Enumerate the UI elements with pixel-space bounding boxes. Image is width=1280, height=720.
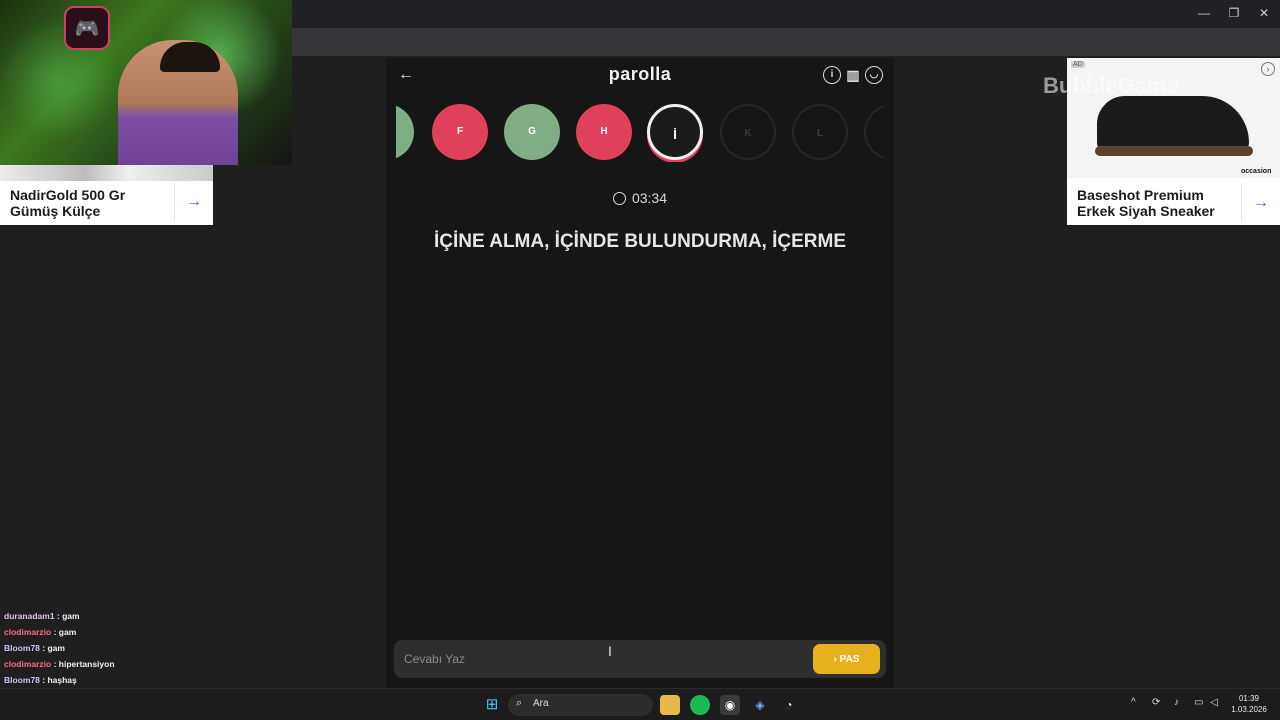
user-profile-icon[interactable]: ◡ [865,66,883,84]
game-header: ← parolla i ▥ ◡ [386,58,894,92]
clock-icon [612,192,626,205]
webcam-overlay: 🎮 [0,0,292,165]
search-icon: ⌕ [516,697,523,709]
ad-product-strip [0,165,213,181]
chat-separator: : [51,627,59,637]
windows-start-icon[interactable]: ⊞ [482,695,502,715]
ad-title[interactable]: NadirGold 500 Gr Gümüş Külçe [10,187,170,219]
minimize-button[interactable]: — [1194,4,1214,22]
game-panel: ← parolla i ▥ ◡ FGHİKL 03:34 İÇİNE ALMA,… [386,58,894,688]
answer-input[interactable] [404,649,804,669]
chat-separator: : [54,611,63,621]
ad-divider [1241,183,1242,221]
chat-text: gam [62,611,80,621]
chat-message: Bloom78 : gam [4,640,234,656]
overlay-logo: BubbleGame [1043,73,1193,103]
chat-message: clodimarzio : hipertansiyon [4,656,234,672]
game-title: parolla [608,64,672,84]
chat-username: Bloom78 [4,675,40,685]
letter-circle: H [576,104,632,160]
ad-title[interactable]: Baseshot Premium Erkek Siyah Sneaker [1077,187,1237,219]
chat-username: clodimarzio [4,659,52,669]
pass-button[interactable]: › PAS [813,644,880,674]
close-window-button[interactable]: ✕ [1254,4,1274,22]
system-clock[interactable]: 01:39 1.03.2026 [1224,693,1274,715]
letter-circle: İ [647,104,703,160]
chat-message: Bloom78 : haşhaş [4,672,234,688]
text-cursor-icon: I [608,643,612,659]
chat-username: duranadam1 [4,611,55,621]
chat-message: clodimarzio : gam [4,624,234,640]
question-text: İÇİNE ALMA, İÇİNDE BULUNDURMA, İÇERME [433,231,846,252]
answer-bar: › PAS [394,640,886,678]
timer-value: 03:34 [631,190,668,206]
ad-divider [174,183,175,221]
sneaker-sole [1095,146,1253,156]
network-icon[interactable]: ▭ [1194,697,1203,708]
letter-circle [864,104,884,160]
taskbar-search-text: Ara [533,698,549,709]
letter-carousel: FGHİKL [396,102,884,162]
chrome-icon[interactable]: ◉ [720,695,740,715]
info-icon[interactable]: i [823,66,841,84]
timer: 03:34 [386,190,894,206]
spotify-icon[interactable] [690,695,710,715]
app-gauge-icon[interactable]: ◔ [779,695,799,715]
microphone-icon[interactable]: ♪ [1174,697,1179,708]
screen: — ❐ ✕ ☆ B ⋮ 🎮 NadirGold 500 Gr Gümüş Kül… [0,0,1280,720]
arrow-right-icon[interactable]: → [1251,193,1271,213]
letter-circle: F [432,104,488,160]
arrow-right-icon[interactable]: → [184,192,204,212]
overlay-logo-text: BubbleGame [1043,73,1179,98]
letter-circle: G [504,104,560,160]
file-explorer-icon[interactable] [660,695,680,715]
stats-chart-icon[interactable]: ▥ [844,66,862,84]
clock-date: 1.03.2026 [1231,705,1267,714]
ad-close-icon[interactable]: › [1261,62,1275,76]
speaker-icon[interactable]: ◁ [1210,697,1218,708]
brand-tag: occasion [1241,168,1272,175]
chat-username: clodimarzio [4,627,52,637]
letter-circle: K [720,104,776,160]
chat-separator: : [51,659,59,669]
chat-text: gam [47,643,65,653]
ad-badge: AD [1071,61,1085,68]
chat-username: Bloom78 [4,643,40,653]
taskbar: ⊞ ⌕ Ara ◉ ◈ ◔ ^ ⟳ ♪ ▭ ◁ 01:39 1.03.2026 [0,688,1280,720]
restore-button[interactable]: ❐ [1224,4,1244,22]
ad-banner-left[interactable]: NadirGold 500 Gr Gümüş Külçe → [0,165,213,225]
chat-text: gam [58,627,77,637]
letter-circle [396,104,414,160]
sync-icon[interactable]: ⟳ [1152,697,1160,708]
app-diamond-icon[interactable]: ◈ [750,695,770,715]
chat-text: hipertansiyon [58,659,115,669]
clock-time: 01:39 [1238,694,1260,703]
chat-text: haşhaş [47,675,77,685]
chevron-up-icon[interactable]: ^ [1131,697,1136,708]
taskbar-search[interactable]: ⌕ Ara [508,694,653,716]
chat-message: duranadam1 : gam [4,608,234,624]
letter-circle: L [792,104,848,160]
sneaker-image [1097,96,1249,152]
gamepad-logo-icon: 🎮 [64,6,110,50]
